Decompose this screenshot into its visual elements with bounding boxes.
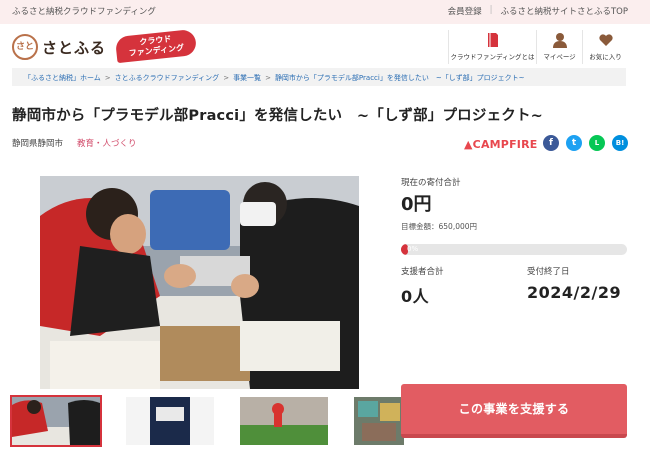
satofull-top-link[interactable]: ふるさと納税サイトさとふるTOP xyxy=(500,5,628,17)
user-icon xyxy=(552,33,567,48)
facebook-icon[interactable]: f xyxy=(543,135,559,151)
deadline-stat: 受付終了日 2024/2/29 xyxy=(527,265,621,302)
breadcrumb-chevron-icon: > xyxy=(104,74,111,82)
satofull-logo-icon[interactable]: さと xyxy=(12,34,38,60)
breadcrumb-home[interactable]: 「ふるさと納税」ホーム xyxy=(24,74,101,82)
photo-thumbnails xyxy=(10,395,404,447)
breadcrumb-current[interactable]: 静岡市から「プラモデル部Pracci」を発信したい ~「しず部」プロジェクト~ xyxy=(275,74,525,82)
stats-row: 支援者合計 0人 受付終了日 2024/2/29 xyxy=(401,265,627,315)
thumbnail-image xyxy=(126,397,214,445)
current-amount-value: 0円 xyxy=(401,194,432,215)
header-nav: クラウドファンディングとは マイページ お気に入り xyxy=(448,30,628,64)
project-meta: 静岡県静岡市 教育・人づくり xyxy=(12,137,137,149)
campfire-logo[interactable]: ▲CAMPFIRE xyxy=(464,138,537,151)
link-divider: | xyxy=(489,5,493,15)
project-main-photo xyxy=(40,176,359,389)
supporters-label: 支援者合計 xyxy=(401,267,444,277)
thumbnail-1[interactable] xyxy=(10,395,102,447)
breadcrumb-crowdfunding[interactable]: さとふるクラウドファンディング xyxy=(115,74,220,82)
twitter-icon[interactable]: t xyxy=(566,135,582,151)
breadcrumb-project-list[interactable]: 事業一覧 xyxy=(233,74,261,82)
supporters-value: 0人 xyxy=(401,287,430,306)
site-header: さと さとふる クラウド ファンディング クラウドファンディングとは マイページ… xyxy=(0,24,650,68)
nav-about-label: クラウドファンディングとは xyxy=(450,53,535,61)
nav-mypage[interactable]: マイページ xyxy=(536,30,582,64)
thumbnail-2[interactable] xyxy=(126,397,214,445)
current-amount-label: 現在の寄付合計 xyxy=(401,178,461,188)
book-icon xyxy=(487,33,498,47)
flame-icon: ▲ xyxy=(464,138,473,151)
site-tagline: ふるさと納税クラウドファンディング xyxy=(12,7,156,17)
progress-percent: 0% xyxy=(407,245,419,253)
nav-mypage-label: マイページ xyxy=(543,53,576,61)
crowdfunding-badge[interactable]: クラウド ファンディング xyxy=(114,28,198,64)
thumbnail-3[interactable] xyxy=(240,397,328,445)
deadline-label: 受付終了日 xyxy=(527,267,570,277)
satofull-logo-text[interactable]: さとふる xyxy=(42,37,106,58)
funding-panel: 現在の寄付合計 0円 目標金額：650,000円 0% 支援者合計 0人 受付終… xyxy=(401,176,627,315)
heart-icon xyxy=(598,34,613,46)
top-bar: ふるさと納税クラウドファンディング 会員登録 | ふるさと納税サイトさとふるTO… xyxy=(0,0,650,24)
main-photo-image xyxy=(40,176,359,389)
nav-about-crowdfunding[interactable]: クラウドファンディングとは xyxy=(448,30,536,64)
page-title: 静岡市から「プラモデル部Pracci」を発信したい ~「しず部」プロジェクト~ xyxy=(12,108,544,124)
project-category[interactable]: 教育・人づくり xyxy=(77,137,137,149)
thumbnail-image xyxy=(240,397,328,445)
campfire-label: CAMPFIRE xyxy=(472,138,538,151)
progress-bar: 0% xyxy=(401,244,627,255)
register-link[interactable]: 会員登録 xyxy=(448,5,482,17)
goal-amount: 目標金額：650,000円 xyxy=(401,222,478,231)
supporters-stat: 支援者合計 0人 xyxy=(401,265,444,307)
support-project-button[interactable]: この事業を支援する xyxy=(401,384,627,438)
thumbnail-image xyxy=(354,397,404,445)
hatena-icon[interactable]: B! xyxy=(612,135,628,151)
thumbnail-4[interactable] xyxy=(354,397,404,445)
share-buttons: f t L B! xyxy=(543,135,628,151)
breadcrumb: 「ふるさと納税」ホーム > さとふるクラウドファンディング > 事業一覧 > 静岡市から「プ… xyxy=(12,68,626,86)
breadcrumb-chevron-icon: > xyxy=(223,74,230,82)
nav-favorites[interactable]: お気に入り xyxy=(582,30,628,64)
thumbnail-image xyxy=(12,397,100,445)
deadline-value: 2024/2/29 xyxy=(527,283,622,302)
project-location[interactable]: 静岡県静岡市 xyxy=(12,137,63,149)
top-links: 会員登録 | ふるさと納税サイトさとふるTOP xyxy=(448,5,628,17)
nav-favorites-label: お気に入り xyxy=(589,53,622,61)
line-icon[interactable]: L xyxy=(589,135,605,151)
breadcrumb-chevron-icon: > xyxy=(265,74,271,82)
